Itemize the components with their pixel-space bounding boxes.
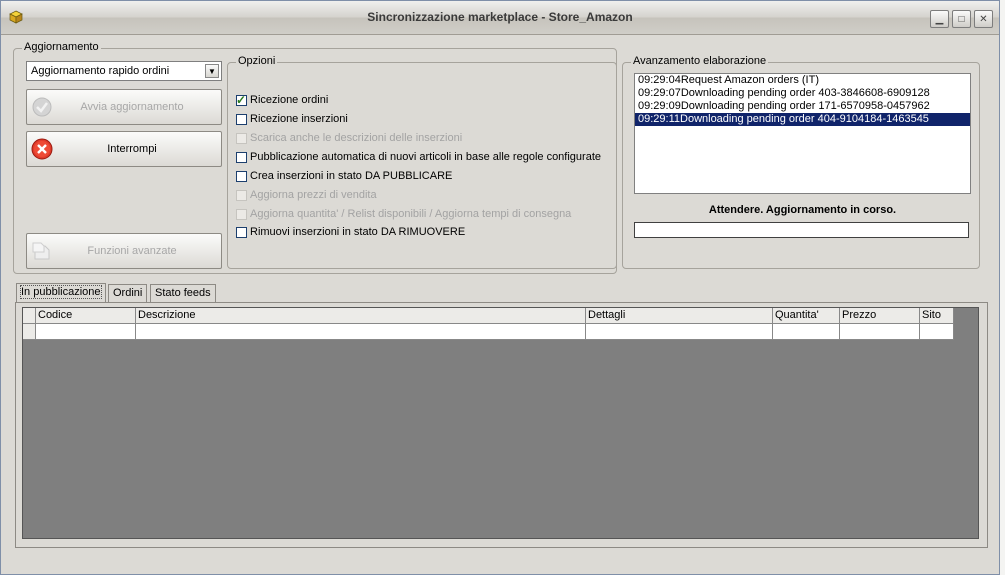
title-bar[interactable]: Sincronizzazione marketplace - Store_Ama… [1,1,999,35]
funzioni-avanzate-button[interactable]: Funzioni avanzate [26,233,222,269]
option-ricezione-ordini[interactable]: ✓ Ricezione ordini [236,92,328,108]
status-text: Attendere. Aggiornamento in corso. [708,204,897,216]
log-line[interactable]: 09:29:04Request Amazon orders (IT) [635,74,970,87]
table-cell[interactable] [136,324,586,340]
log-line[interactable]: 09:29:09Downloading pending order 171-65… [635,100,970,113]
log-line-selected[interactable]: 09:29:11Downloading pending order 404-91… [635,113,970,126]
background-app-edge [1000,0,1005,575]
option-aggiorna-quantita[interactable]: Aggiorna quantita' / Relist disponibili … [236,206,571,222]
table-cell[interactable] [773,324,840,340]
avanzamento-label: Avanzamento elaborazione [631,55,769,67]
option-label: Scarica anche le descrizioni delle inser… [250,132,463,144]
option-label: Pubblicazione automatica di nuovi artico… [250,151,601,163]
checkbox[interactable] [236,170,247,182]
checkbox[interactable]: ✓ [236,92,247,107]
update-mode-value: Aggiornamento rapido ordini [31,65,170,77]
tab-in-pubblicazione[interactable]: In pubblicazione [16,283,106,303]
minimize-button[interactable]: ▁ [930,10,949,28]
checkbox[interactable] [236,226,247,238]
checkmark-icon: ✓ [236,92,247,107]
log-line[interactable]: 09:29:07Downloading pending order 403-38… [635,87,970,100]
column-header-codice[interactable]: Codice [36,308,136,324]
option-label: Crea inserzioni in stato DA PUBBLICARE [250,170,453,182]
progress-log-list[interactable]: 09:29:04Request Amazon orders (IT) 09:29… [634,73,971,194]
checkbox[interactable] [236,113,247,125]
maximize-icon: □ [958,13,965,25]
checkbox[interactable] [236,208,247,220]
checkbox[interactable] [236,151,247,163]
option-aggiorna-prezzi[interactable]: Aggiorna prezzi di vendita [236,187,377,203]
tab-label: In pubblicazione [20,285,102,299]
tab-label: Stato feeds [155,287,211,299]
interrompi-button[interactable]: Interrompi [26,131,222,167]
option-label: Rimuovi inserzioni in stato DA RIMUOVERE [250,226,466,238]
table-cell[interactable] [840,324,920,340]
close-button[interactable]: ✕ [974,10,993,28]
check-circle-icon [32,97,52,117]
option-scarica-descrizioni[interactable]: Scarica anche le descrizioni delle inser… [236,130,462,146]
option-label: Ricezione ordini [250,94,329,106]
tab-stato-feeds[interactable]: Stato feeds [150,284,216,302]
aggiornamento-label: Aggiornamento [22,41,101,53]
row-indicator[interactable] [23,324,36,340]
table-row[interactable] [23,324,954,340]
option-rimuovi-inserzioni[interactable]: Rimuovi inserzioni in stato DA RIMUOVERE [236,224,465,240]
avvia-label: Avvia aggiornamento [80,101,184,113]
window-title: Sincronizzazione marketplace - Store_Ama… [367,10,633,24]
row-indicator-header [23,308,36,324]
tab-label: Ordini [113,287,143,299]
table-cell[interactable] [586,324,773,340]
option-label: Aggiorna prezzi di vendita [250,189,377,201]
chevron-down-icon[interactable]: ▼ [205,64,219,78]
column-header-quantita[interactable]: Quantita' [773,308,840,324]
table-cell[interactable] [36,324,136,340]
stop-x-icon [31,138,53,160]
opzioni-label: Opzioni [236,55,278,67]
column-header-sito[interactable]: Sito [920,308,954,324]
option-pubblicazione-automatica[interactable]: Pubblicazione automatica di nuovi artico… [236,149,601,165]
checkbox[interactable] [236,132,247,144]
minimize-icon: ▁ [935,13,944,25]
interrompi-label: Interrompi [107,143,157,155]
funzioni-label: Funzioni avanzate [87,245,177,257]
update-mode-select[interactable]: Aggiornamento rapido ordini ▼ [26,61,222,81]
option-ricezione-inserzioni[interactable]: Ricezione inserzioni [236,111,348,127]
option-label: Aggiorna quantita' / Relist disponibili … [250,208,572,220]
data-grid[interactable] [22,307,979,539]
option-crea-inserzioni[interactable]: Crea inserzioni in stato DA PUBBLICARE [236,168,452,184]
avvia-aggiornamento-button[interactable]: Avvia aggiornamento [26,89,222,125]
checkbox[interactable] [236,189,247,201]
table-cell[interactable] [920,324,954,340]
sync-dialog: Sincronizzazione marketplace - Store_Ama… [0,0,1000,575]
column-header-descrizione[interactable]: Descrizione [136,308,586,324]
progress-bar [634,222,969,238]
column-header-dettagli[interactable]: Dettagli [586,308,773,324]
column-header-prezzo[interactable]: Prezzo [840,308,920,324]
grid-header: Codice Descrizione Dettagli Quantita' Pr… [23,308,954,324]
maximize-button[interactable]: □ [952,10,971,28]
option-label: Ricezione inserzioni [250,113,348,125]
document-icon [32,242,50,260]
tab-ordini[interactable]: Ordini [108,284,148,302]
close-icon: ✕ [979,13,988,25]
